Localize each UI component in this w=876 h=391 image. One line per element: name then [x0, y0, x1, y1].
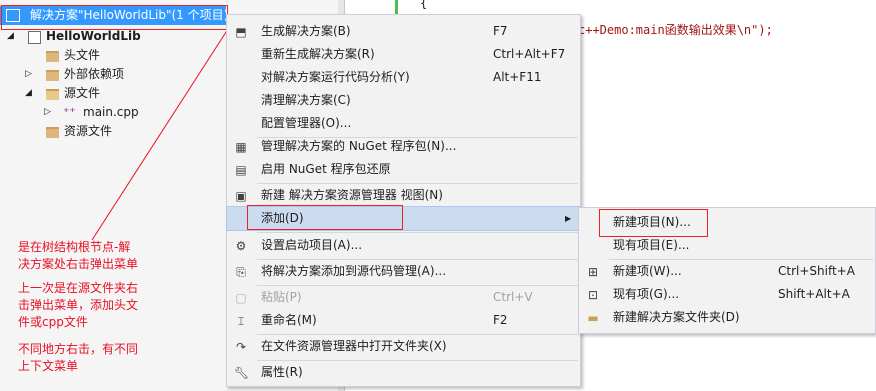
menu-label: 现有项目(E)... — [613, 238, 690, 252]
open-folder-icon: ↷ — [235, 340, 247, 354]
menu-item-code-analysis[interactable]: 对解决方案运行代码分析(Y) Alt+F11 — [227, 66, 580, 89]
menu-label: 粘贴(P) — [261, 290, 302, 304]
source-control-icon: ⎘ — [236, 265, 246, 279]
menu-label: 将解决方案添加到源代码管理(A)... — [261, 264, 447, 278]
menu-label: 启用 NuGet 程序包还原 — [261, 162, 391, 176]
add-highlight-box — [247, 205, 403, 230]
menu-label: 重新生成解决方案(R) — [261, 47, 375, 61]
menu-label: 清理解决方案(C) — [261, 93, 351, 107]
note-line: 上一次是在源文件夹右 — [18, 281, 139, 295]
menu-item-rename[interactable]: ⌶ 重命名(M) F2 — [227, 309, 580, 332]
menu-shortcut: Shift+Alt+A — [778, 287, 850, 301]
menu-label: 新建项(W)... — [613, 264, 682, 278]
nuget-restore-icon: ▤ — [235, 163, 247, 177]
menu-shortcut: Alt+F11 — [493, 70, 542, 84]
menu-item-nuget-restore[interactable]: ▤ 启用 NuGet 程序包还原 — [227, 158, 580, 181]
submenu-item-new-solution-folder[interactable]: ▬ 新建解决方案文件夹(D) — [579, 306, 875, 329]
menu-label: 属性(R) — [261, 365, 303, 379]
menu-item-set-startup[interactable]: ⚙ 设置启动项目(A)... — [227, 234, 580, 257]
new-view-icon: ▣ — [235, 189, 247, 203]
menu-item-build[interactable]: ⬒ 生成解决方案(B) F7 — [227, 20, 580, 43]
menu-label: 在文件资源管理器中打开文件夹(X) — [261, 339, 447, 353]
submenu-item-existing-item[interactable]: ⊡ 现有项(G)... Shift+Alt+A — [579, 283, 875, 306]
annotation-note-2: 上一次是在源文件夹右 击弹出菜单，添加头文 件或cpp文件 — [18, 280, 138, 331]
folder-icon: ▬ — [587, 311, 599, 325]
menu-shortcut: Ctrl+Shift+A — [778, 264, 855, 278]
note-line: 是在树结构根节点-解 — [18, 240, 131, 254]
note-line: 决方案处右击弹出菜单 — [18, 257, 139, 271]
menu-item-properties[interactable]: 🔧︎ 属性(R) — [227, 361, 580, 384]
context-menu: ⬒ 生成解决方案(B) F7 重新生成解决方案(R) Ctrl+Alt+F7 对… — [226, 14, 581, 387]
menu-separator — [257, 232, 578, 233]
note-line: 件或cpp文件 — [18, 315, 88, 329]
menu-item-add-source-control[interactable]: ⎘ 将解决方案添加到源代码管理(A)... — [227, 260, 580, 283]
menu-label: 设置启动项目(A)... — [261, 238, 363, 252]
new-project-highlight-box — [599, 209, 708, 237]
menu-item-config-manager[interactable]: 配置管理器(O)... — [227, 112, 580, 135]
submenu-item-new-item[interactable]: ⊞ 新建项(W)... Ctrl+Shift+A — [579, 260, 875, 283]
new-item-icon: ⊞ — [587, 265, 599, 279]
existing-item-icon: ⊡ — [587, 288, 599, 302]
menu-item-manage-nuget[interactable]: ▦ 管理解决方案的 NuGet 程序包(N)... — [227, 135, 580, 158]
menu-shortcut: F7 — [493, 24, 508, 38]
annotation-note-1: 是在树结构根节点-解 决方案处右击弹出菜单 — [18, 239, 138, 273]
menu-label: 新建解决方案文件夹(D) — [613, 310, 740, 324]
note-line: 不同地方右击，有不同 — [18, 342, 139, 356]
menu-item-rebuild[interactable]: 重新生成解决方案(R) Ctrl+Alt+F7 — [227, 43, 580, 66]
menu-label: 配置管理器(O)... — [261, 116, 352, 130]
rename-icon: ⌶ — [237, 314, 245, 328]
gear-icon: ⚙ — [235, 239, 247, 253]
menu-label: 管理解决方案的 NuGet 程序包(N)... — [261, 139, 457, 153]
nuget-icon: ▦ — [235, 140, 247, 154]
menu-shortcut: Ctrl+V — [493, 290, 533, 304]
menu-shortcut: F2 — [493, 313, 508, 327]
submenu-arrow-icon: ▶ — [565, 214, 572, 223]
menu-label: 重命名(M) — [261, 313, 317, 327]
build-icon: ⬒ — [235, 25, 247, 39]
menu-label: 生成解决方案(B) — [261, 24, 351, 38]
note-line: 击弹出菜单，添加头文 — [18, 298, 139, 312]
menu-shortcut: Ctrl+Alt+F7 — [493, 47, 566, 61]
menu-item-new-view[interactable]: ▣ 新建 解决方案资源管理器 视图(N) — [227, 184, 580, 207]
menu-label: 现有项(G)... — [613, 287, 680, 301]
menu-label: 对解决方案运行代码分析(Y) — [261, 70, 410, 84]
note-line: 上下文菜单 — [18, 359, 79, 373]
wrench-icon: 🔧︎ — [234, 366, 250, 380]
menu-item-paste[interactable]: ▢ 粘贴(P) Ctrl+V — [227, 286, 580, 309]
menu-item-open-in-explorer[interactable]: ↷ 在文件资源管理器中打开文件夹(X) — [227, 335, 580, 358]
submenu-item-existing-project[interactable]: 现有项目(E)... — [579, 234, 875, 257]
paste-icon: ▢ — [235, 291, 247, 305]
menu-label: 新建 解决方案资源管理器 视图(N) — [261, 188, 443, 202]
annotation-note-3: 不同地方右击，有不同 上下文菜单 — [18, 341, 138, 375]
menu-item-clean[interactable]: 清理解决方案(C) — [227, 89, 580, 112]
